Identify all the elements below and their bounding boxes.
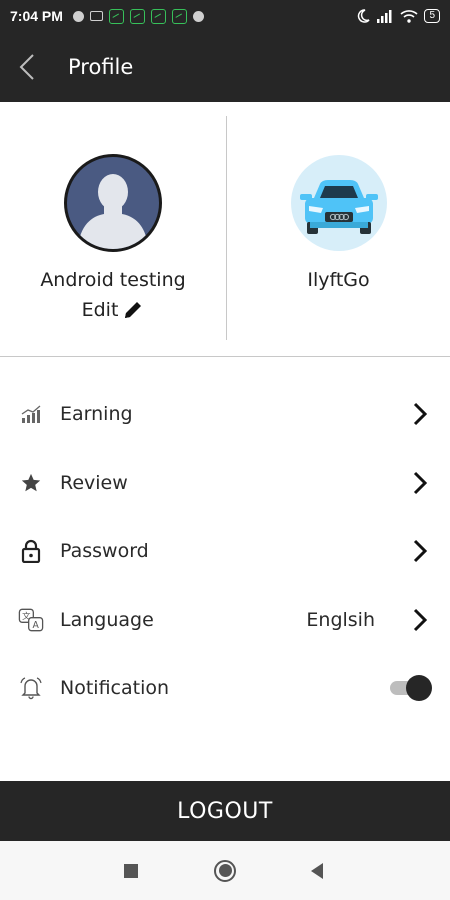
page-title: Profile xyxy=(68,55,134,79)
menu-label: Notification xyxy=(60,677,170,700)
car-icon xyxy=(291,155,387,251)
status-time: 7:04 PM xyxy=(10,8,63,24)
notification-dot-icon xyxy=(192,10,204,22)
toggle-knob xyxy=(406,675,432,702)
recent-apps-button[interactable] xyxy=(124,863,138,878)
user-avatar-icon xyxy=(64,154,162,252)
lock-icon xyxy=(18,538,44,564)
user-name: Android testing xyxy=(40,269,186,291)
settings-menu: Earning Review Password 文A Language Engl… xyxy=(0,380,450,723)
system-nav-bar xyxy=(0,841,450,900)
edit-label: Edit xyxy=(81,299,119,321)
menu-label: Language xyxy=(60,608,154,631)
status-bar: 7:04 PM 5 xyxy=(0,0,450,32)
menu-item-language[interactable]: 文A Language Englsih xyxy=(0,586,450,655)
message-icon xyxy=(89,11,103,21)
chevron-right-icon xyxy=(413,540,428,563)
avatar[interactable] xyxy=(64,154,162,252)
menu-item-earning[interactable]: Earning xyxy=(0,380,450,449)
chevron-right-icon xyxy=(413,403,428,426)
menu-item-notification: Notification xyxy=(0,654,450,723)
moon-icon xyxy=(358,9,370,23)
profile-section: Android testing Edit IlyftGo xyxy=(0,102,450,357)
brand-name: IlyftGo xyxy=(307,269,370,291)
signal-icon xyxy=(377,10,392,23)
translate-icon: 文A xyxy=(18,607,44,633)
menu-label: Review xyxy=(60,471,128,494)
battery-icon: 5 xyxy=(424,9,440,23)
app-header: Profile xyxy=(0,32,450,102)
bell-icon xyxy=(18,675,44,701)
app-notification-icon xyxy=(171,8,187,24)
notification-toggle[interactable] xyxy=(388,675,432,702)
app-notification-icon xyxy=(129,8,145,24)
svg-text:A: A xyxy=(32,620,39,631)
app-notification-icon xyxy=(150,8,166,24)
user-profile-column: Android testing Edit xyxy=(0,102,226,357)
menu-item-review[interactable]: Review xyxy=(0,449,450,518)
pencil-icon xyxy=(125,302,142,318)
system-back-button[interactable] xyxy=(311,862,323,879)
wifi-icon xyxy=(400,10,418,23)
edit-profile-button[interactable]: Edit xyxy=(0,299,226,321)
chart-icon xyxy=(18,401,44,427)
chevron-left-icon xyxy=(19,54,34,80)
back-button[interactable] xyxy=(0,32,54,102)
notification-dot-icon xyxy=(72,10,84,22)
app-notification-icon xyxy=(108,8,124,24)
menu-item-password[interactable]: Password xyxy=(0,517,450,586)
menu-label: Earning xyxy=(60,403,133,426)
chevron-right-icon xyxy=(413,471,428,494)
brand-column: IlyftGo xyxy=(227,102,450,357)
chevron-right-icon xyxy=(413,608,428,631)
car-avatar xyxy=(290,154,388,252)
menu-label: Password xyxy=(60,540,149,563)
logout-button[interactable]: LOGOUT xyxy=(0,781,450,841)
language-value: Englsih xyxy=(306,608,375,631)
home-button[interactable] xyxy=(214,859,236,882)
star-icon xyxy=(18,470,44,496)
